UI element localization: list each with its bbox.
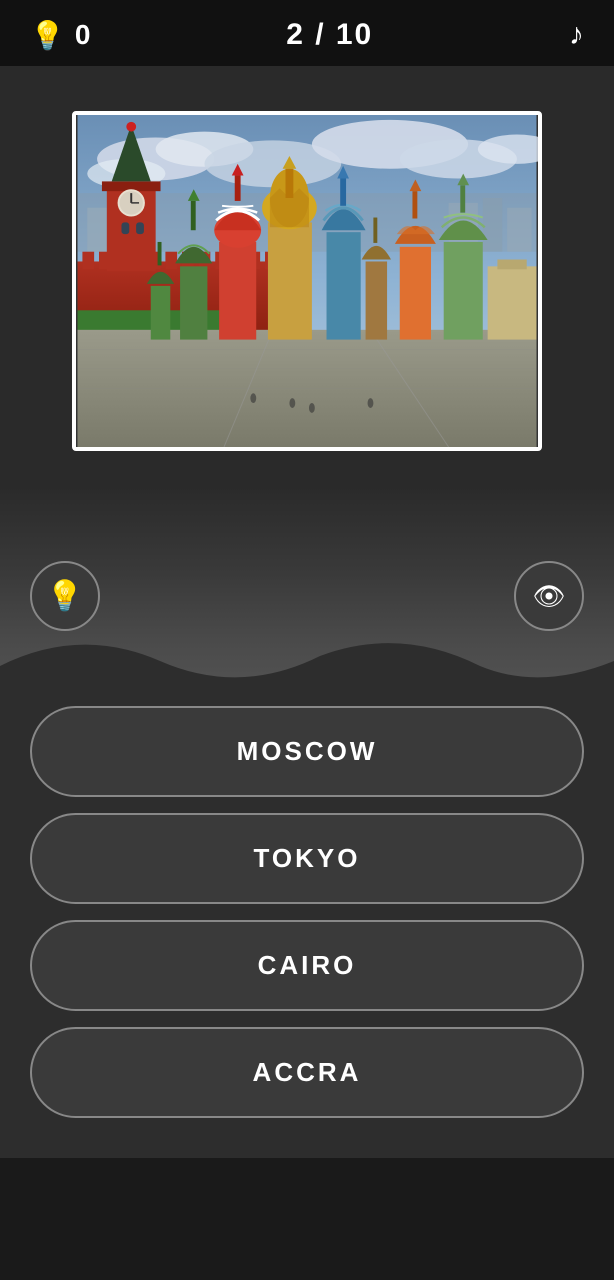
eye-icon: 👁 <box>532 581 565 612</box>
score-area: 💡 0 <box>30 19 90 52</box>
middle-section: 💡 👁 <box>0 486 614 706</box>
music-icon[interactable]: ♪ <box>569 18 584 52</box>
eye-button[interactable]: 👁 <box>514 561 584 631</box>
image-section <box>0 66 614 486</box>
progress-indicator: 2 / 10 <box>286 18 373 52</box>
city-image <box>72 111 542 451</box>
score-value: 0 <box>75 19 91 51</box>
answer-moscow[interactable]: MOSCOW <box>30 706 584 797</box>
wave-divider <box>0 626 614 706</box>
answer-accra[interactable]: ACCRA <box>30 1027 584 1118</box>
answer-tokyo[interactable]: TOKYO <box>30 813 584 904</box>
hint-bulb-icon: 💡 <box>46 579 83 614</box>
hint-button[interactable]: 💡 <box>30 561 100 631</box>
answers-section: MOSCOW TOKYO CAIRO ACCRA <box>0 706 614 1158</box>
answer-cairo[interactable]: CAIRO <box>30 920 584 1011</box>
top-bar: 💡 0 2 / 10 ♪ <box>0 0 614 66</box>
hint-count-icon: 💡 <box>30 19 65 52</box>
city-illustration <box>76 115 538 447</box>
